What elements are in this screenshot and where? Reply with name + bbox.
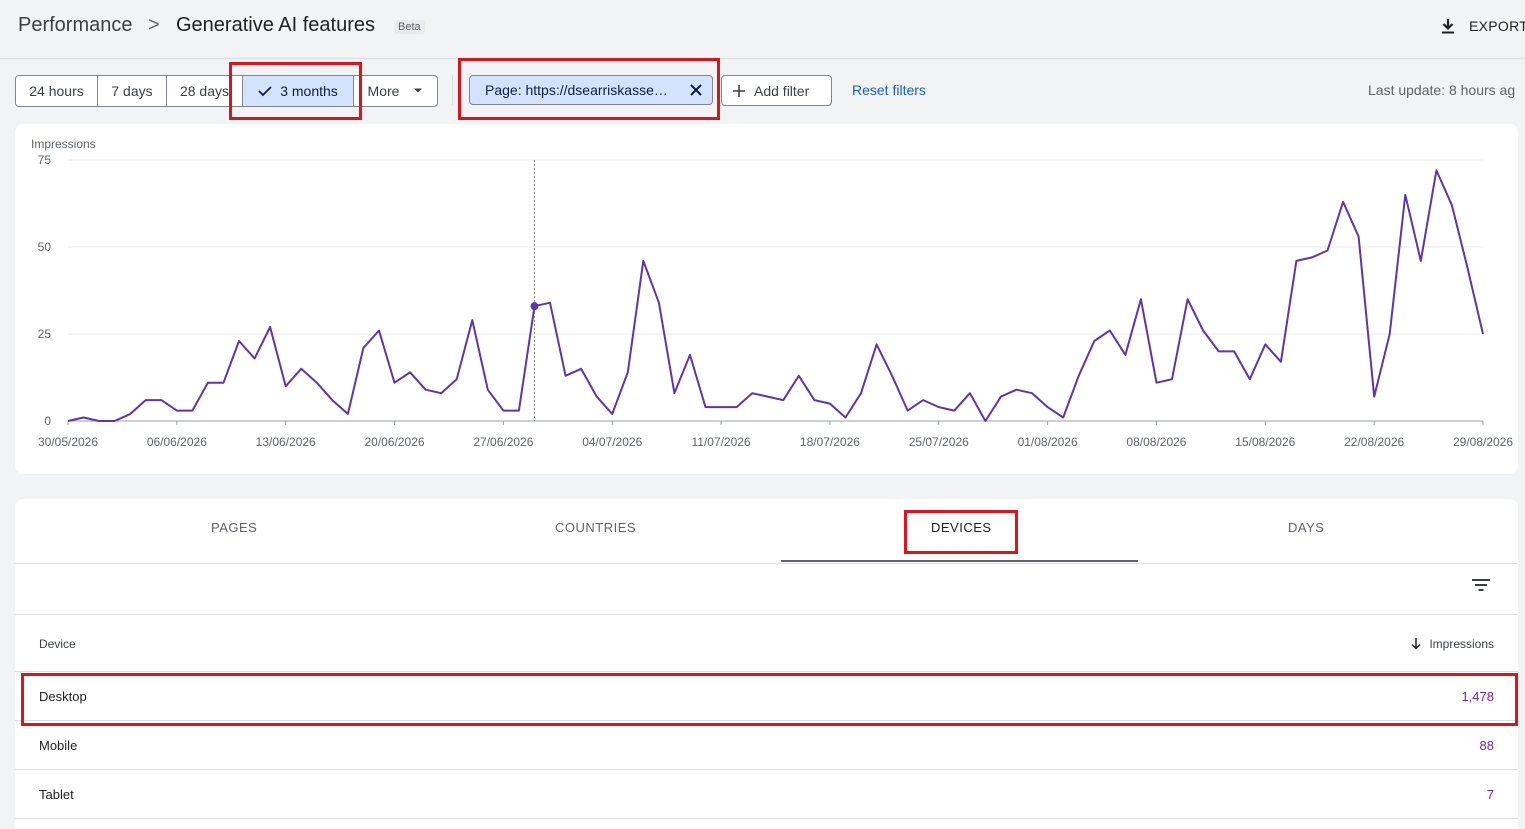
active-tab-indicator xyxy=(781,560,1138,562)
page-title: Generative AI features xyxy=(176,14,376,36)
y-tick-label: 25 xyxy=(38,327,52,341)
last-update-text: Last update: 8 hours ag xyxy=(1368,82,1516,98)
header-divider xyxy=(0,58,1525,59)
tabs-divider xyxy=(15,563,1518,564)
x-tick-label: 04/07/2026 xyxy=(582,435,642,449)
x-tick-label: 06/06/2026 xyxy=(147,435,207,449)
x-tick-label: 29/08/2026 xyxy=(1453,435,1513,449)
tab-countries[interactable]: COUNTRIES xyxy=(555,520,636,535)
impressions-value: 7 xyxy=(1486,787,1494,802)
annotation-box-devices-tab xyxy=(904,510,1018,554)
highlighted-data-point xyxy=(530,302,539,311)
x-tick-label: 11/07/2026 xyxy=(691,435,750,449)
date-range-selector: 24 hours 7 days 28 days 3 months More xyxy=(15,75,438,107)
x-tick-label: 01/08/2026 xyxy=(1018,435,1078,449)
x-tick-label: 22/08/2026 xyxy=(1344,435,1404,449)
table-row[interactable]: Mobile 88 xyxy=(15,720,1518,769)
dropdown-arrow-icon xyxy=(414,88,423,93)
tab-days[interactable]: DAYS xyxy=(1288,520,1324,535)
device-name: Tablet xyxy=(39,787,74,802)
export-button[interactable]: EXPORT xyxy=(1439,14,1525,38)
reset-filters-link[interactable]: Reset filters xyxy=(852,82,926,98)
table-row[interactable]: Tablet 7 xyxy=(15,769,1518,818)
y-tick-label: 0 xyxy=(44,414,51,428)
export-label: EXPORT xyxy=(1469,18,1525,34)
x-tick-label: 18/07/2026 xyxy=(800,435,860,449)
impressions-column-label: Impressions xyxy=(1429,637,1494,651)
breakdown-card: PAGES COUNTRIES DEVICES DAYS Device Impr… xyxy=(15,499,1518,829)
chevron-right-icon: > xyxy=(148,14,160,36)
filter-list-icon[interactable] xyxy=(1471,577,1491,593)
y-tick-label: 75 xyxy=(38,153,52,167)
date-more-dropdown[interactable]: More xyxy=(354,76,437,106)
add-filter-label: Add filter xyxy=(754,82,810,99)
x-tick-label: 13/06/2026 xyxy=(256,435,316,449)
add-filter-button[interactable]: Add filter xyxy=(721,75,832,106)
device-name: Mobile xyxy=(39,738,78,753)
x-tick-label: 27/06/2026 xyxy=(473,435,533,449)
tab-pages[interactable]: PAGES xyxy=(211,520,257,535)
toolbar-divider-line xyxy=(15,614,1518,615)
download-icon xyxy=(1442,19,1454,34)
x-tick-label: 15/08/2026 xyxy=(1235,435,1295,449)
beta-badge: Beta xyxy=(394,20,425,34)
date-7-days-button[interactable]: 7 days xyxy=(98,76,167,106)
x-tick-label: 20/06/2026 xyxy=(365,435,425,449)
impressions-column-header[interactable]: Impressions xyxy=(1411,637,1494,651)
annotation-box-date xyxy=(229,62,362,120)
x-tick-label: 25/07/2026 xyxy=(909,435,969,449)
impressions-line-chart[interactable]: Impressions 0 25 50 75 30/05/2026 06/06/2026 13… xyxy=(15,124,1518,474)
x-tick-label: 08/08/2026 xyxy=(1126,435,1186,449)
date-24-hours-button[interactable]: 24 hours xyxy=(16,76,98,106)
annotation-box-desktop-row xyxy=(21,673,1518,726)
row-divider xyxy=(15,818,1518,819)
x-tick-label: 30/05/2026 xyxy=(38,435,98,449)
breadcrumb-performance[interactable]: Performance xyxy=(18,14,133,37)
date-more-label: More xyxy=(367,83,400,99)
impressions-series-line xyxy=(67,169,1484,422)
impressions-chart-card: Impressions 0 25 50 75 30/05/2026 06/06/2026 13… xyxy=(15,124,1518,474)
annotation-box-filter xyxy=(458,58,720,120)
y-axis-label: Impressions xyxy=(31,137,96,151)
impressions-value: 88 xyxy=(1479,738,1494,753)
toolbar-divider xyxy=(452,75,453,105)
sort-arrow-down-icon xyxy=(1411,638,1421,650)
y-tick-label: 50 xyxy=(38,240,52,254)
plus-icon xyxy=(733,84,745,97)
device-column-header[interactable]: Device xyxy=(39,637,76,651)
